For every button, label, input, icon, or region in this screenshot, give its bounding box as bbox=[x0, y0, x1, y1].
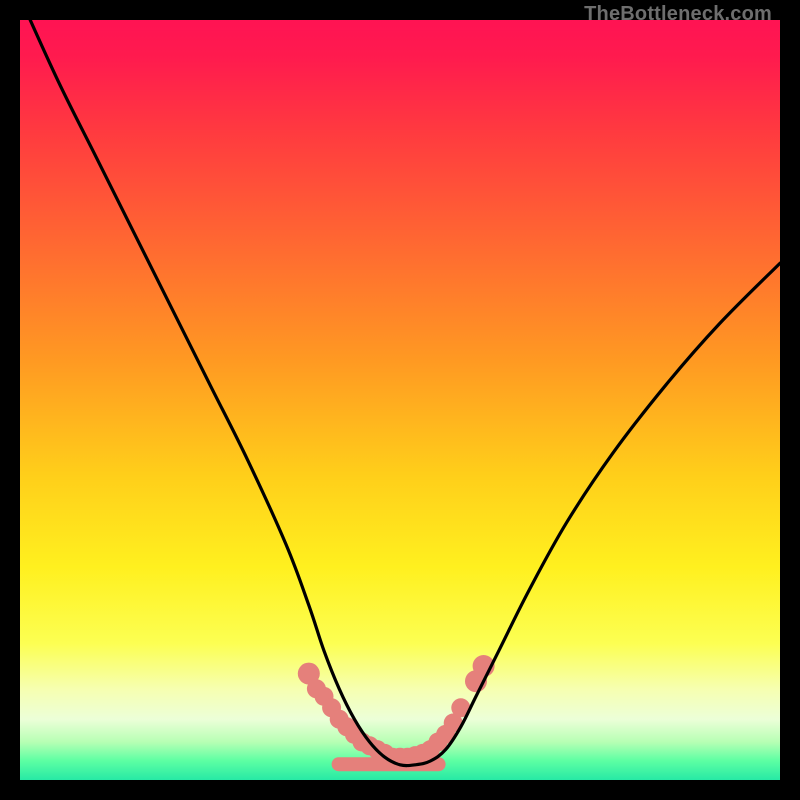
watermark-text: TheBottleneck.com bbox=[584, 3, 772, 26]
bottleneck-chart bbox=[20, 20, 780, 780]
plot-background bbox=[20, 20, 780, 780]
